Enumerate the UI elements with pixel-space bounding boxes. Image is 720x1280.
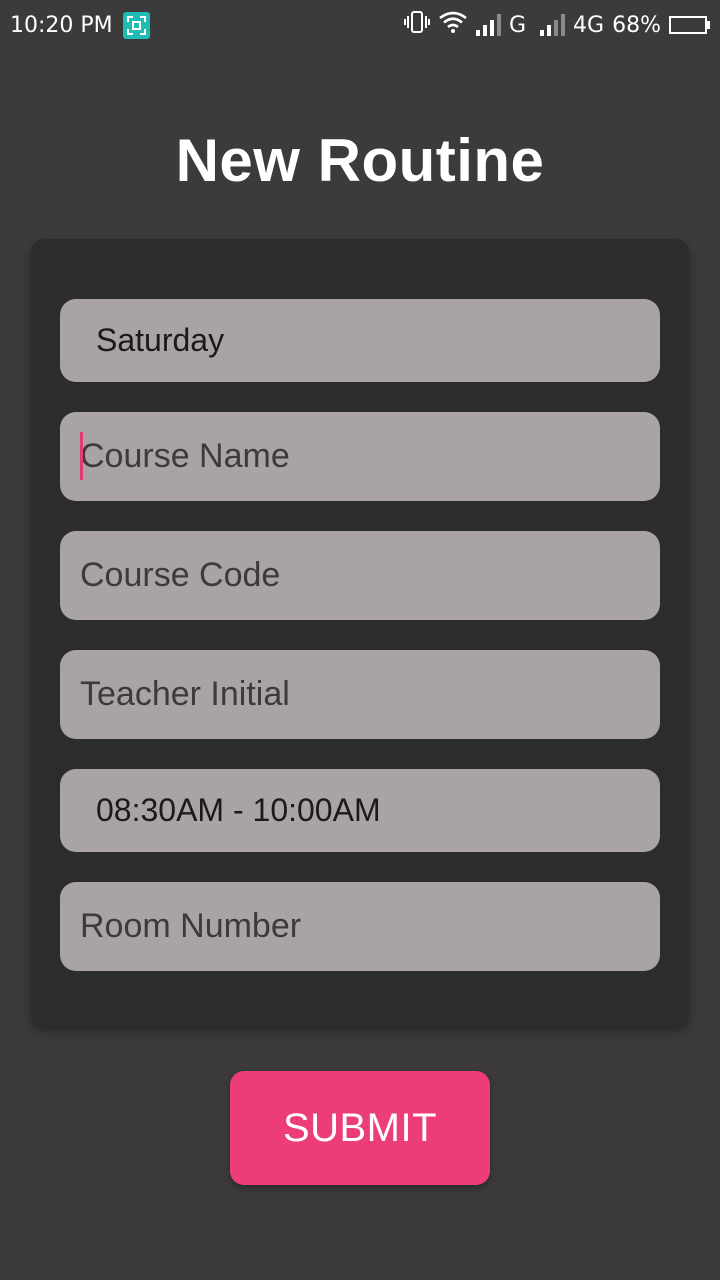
teacher-initial-input[interactable]: Teacher Initial [60, 650, 660, 739]
battery-percent: 68% [612, 12, 661, 38]
screenshot-icon [122, 11, 150, 39]
status-right: G 4G 68% [403, 10, 710, 40]
course-name-placeholder: Course Name [80, 437, 290, 475]
page-title: New Routine [175, 127, 545, 194]
status-left: 10:20 PM [10, 11, 150, 39]
time-select[interactable]: 08:30AM - 10:00AM [60, 769, 660, 852]
form-card: Saturday Course Name Course Code Teacher… [31, 239, 689, 1027]
course-name-input[interactable]: Course Name [60, 412, 660, 501]
status-bar: 10:20 PM G 4G 68% [0, 0, 720, 50]
time-select-value: 08:30AM - 10:00AM [96, 792, 381, 828]
submit-button[interactable]: SUBMIT [230, 1071, 490, 1185]
room-number-input[interactable]: Room Number [60, 882, 660, 971]
network-type-label: 4G [573, 12, 605, 38]
room-number-placeholder: Room Number [80, 907, 302, 945]
day-select[interactable]: Saturday [60, 299, 660, 382]
text-cursor [80, 432, 83, 480]
teacher-initial-placeholder: Teacher Initial [80, 675, 290, 713]
signal-icon [475, 14, 501, 36]
vibrate-icon [403, 10, 430, 40]
day-select-value: Saturday [96, 322, 225, 358]
course-code-placeholder: Course Code [80, 556, 281, 594]
signal-icon [540, 14, 566, 36]
status-time: 10:20 PM [10, 12, 113, 38]
wifi-icon [438, 10, 468, 40]
battery-icon [669, 16, 710, 34]
network-type-label: G [508, 12, 527, 38]
course-code-input[interactable]: Course Code [60, 531, 660, 620]
